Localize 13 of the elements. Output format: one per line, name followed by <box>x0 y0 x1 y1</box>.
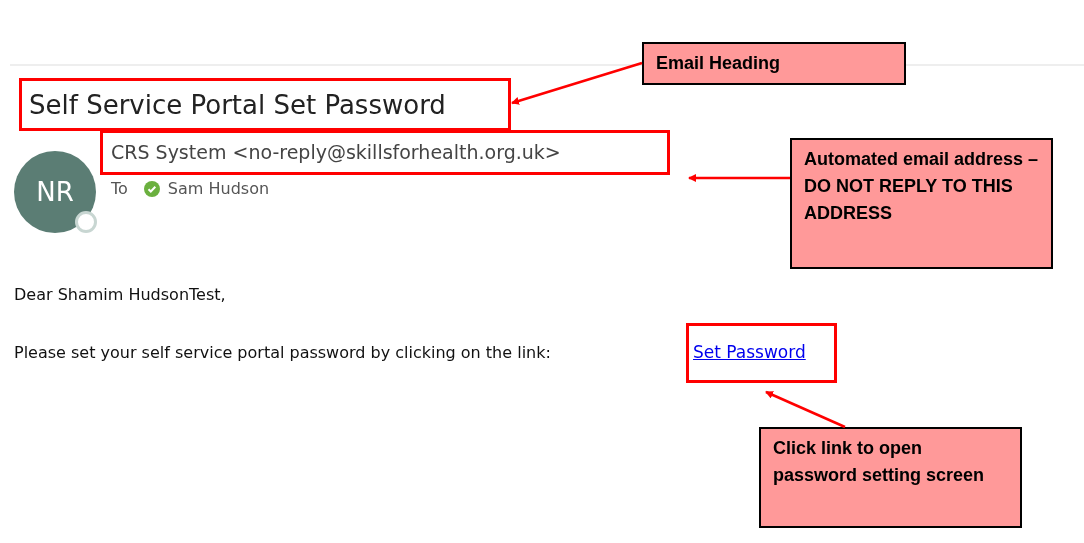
body-text: Please set your self service portal password by clicking on the link: <box>14 342 552 364</box>
to-label: To <box>111 178 128 200</box>
recipient-name: Sam Hudson <box>167 178 270 200</box>
callout-box: Automated email address – DO NOT REPLY TO THIS ADDRESS <box>790 138 1053 269</box>
callout-box: Email Heading <box>642 42 906 85</box>
email-subject: Self Service Portal Set Password <box>29 91 446 118</box>
avatar: NR <box>14 151 96 233</box>
set-password-link[interactable]: Set Password <box>693 340 806 366</box>
greeting-text: Dear Shamim HudsonTest, <box>14 284 227 306</box>
callout-box: Click link to open password setting screen <box>759 427 1022 528</box>
presence-icon <box>75 211 97 233</box>
sender-address: CRS System <no-reply@skillsforhealth.org.uk> <box>111 140 561 166</box>
check-icon <box>143 181 160 197</box>
